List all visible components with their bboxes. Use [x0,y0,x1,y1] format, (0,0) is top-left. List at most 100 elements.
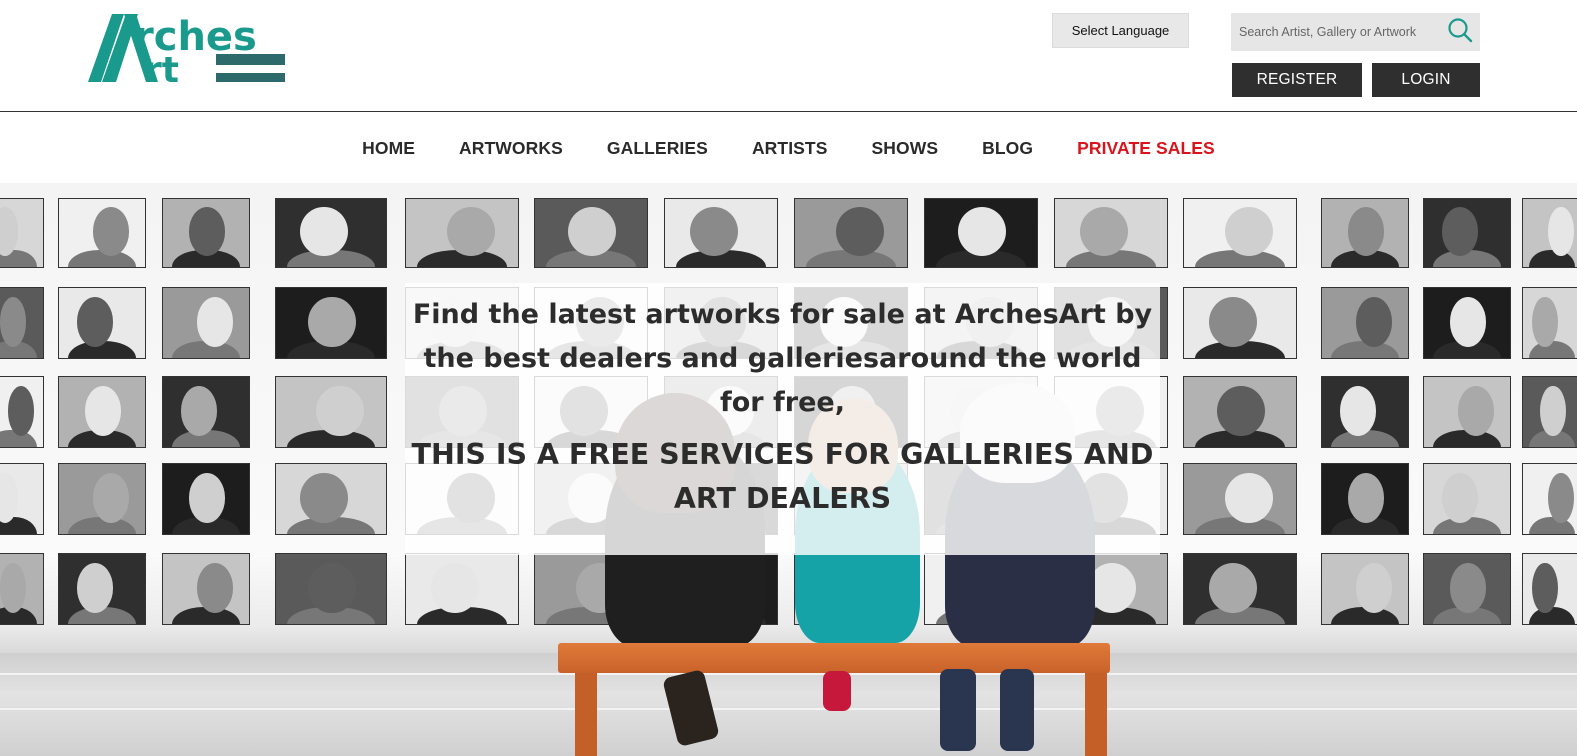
register-button[interactable]: REGISTER [1232,63,1362,97]
portrait-photo [1423,198,1511,268]
portrait-face [1225,207,1273,257]
portrait-face [1548,472,1574,524]
nav-private-sales[interactable]: PRIVATE SALES [1055,138,1237,159]
portrait-face [308,296,356,348]
portrait-face [0,562,27,614]
portrait-photo [58,463,146,535]
portrait-photo [1183,463,1297,535]
portrait-photo [405,198,519,268]
portrait-face [958,207,1006,257]
site-header: rches rt Select Language REGISTER LOGIN [0,0,1577,112]
portrait-photo [664,198,778,268]
portrait-face [1457,385,1495,437]
nav-artworks[interactable]: ARTWORKS [437,138,585,159]
portrait-photo [924,198,1038,268]
search-input[interactable] [1231,13,1440,51]
svg-text:rt: rt [144,50,179,84]
portrait-photo [1423,287,1511,359]
search-button[interactable] [1440,13,1480,51]
login-button[interactable]: LOGIN [1372,63,1480,97]
portrait-photo [1522,553,1577,625]
portrait-face [1532,296,1558,348]
portrait-photo [1183,376,1297,448]
portrait-photo [1522,198,1577,268]
search-icon [1447,17,1473,48]
portrait-photo [162,463,250,535]
portrait-photo [1054,198,1168,268]
portrait-photo [1321,287,1409,359]
language-select[interactable]: Select Language [1052,13,1189,48]
portrait-shoulders [1528,250,1576,267]
nav-shows[interactable]: SHOWS [850,138,961,159]
portrait-photo [58,287,146,359]
portrait-photo [162,198,250,268]
portrait-face [1339,385,1377,437]
portrait-photo [1423,553,1511,625]
language-select-label: Select Language [1071,23,1170,38]
portrait-face [92,207,130,257]
hero-subline: THIS IS A FREE SERVICES FOR GALLERIES AN… [411,438,1154,515]
portrait-photo [794,198,908,268]
portrait-face [836,207,884,257]
portrait-face [1225,472,1273,524]
portrait-photo [162,553,250,625]
portrait-photo [58,376,146,448]
portrait-face [1441,207,1479,257]
portrait-photo [1522,376,1577,448]
portrait-face [180,385,218,437]
portrait-face [0,472,19,524]
nav-galleries[interactable]: GALLERIES [585,138,730,159]
portrait-face [1441,472,1479,524]
nav-artists[interactable]: ARTISTS [730,138,850,159]
portrait-face [1088,562,1136,614]
portrait-face [1355,296,1393,348]
nav-home[interactable]: HOME [340,138,437,159]
hero-banner: Find the latest artworks for sale at Arc… [0,183,1577,756]
portrait-face [1449,562,1487,614]
portrait-face [92,472,130,524]
portrait-face [1355,562,1393,614]
portrait-face [7,385,35,437]
portrait-photo [58,198,146,268]
portrait-face [188,207,226,257]
portrait-face [1217,385,1265,437]
portrait-face [196,562,234,614]
archesart-logo[interactable]: rches rt [88,12,288,91]
portrait-photo [0,376,44,448]
portrait-photo [1321,376,1409,448]
portrait-photo [0,287,44,359]
portrait-face [300,207,348,257]
portrait-photo [1423,376,1511,448]
portrait-photo [0,198,44,268]
portrait-face [447,207,495,257]
portrait-photo [1423,463,1511,535]
portrait-photo [275,198,387,268]
portrait-photo [275,376,387,448]
portrait-photo [275,553,387,625]
portrait-photo [534,198,648,268]
portrait-photo [1522,463,1577,535]
portrait-face [1080,207,1128,257]
portrait-face [308,562,356,614]
portrait-photo [1183,287,1297,359]
portrait-photo [58,553,146,625]
portrait-face [1532,562,1558,614]
portrait-face [568,207,616,257]
portrait-photo [162,287,250,359]
portrait-photo [0,553,44,625]
portrait-photo [1321,198,1409,268]
portrait-photo [0,463,44,535]
portrait-face [0,296,27,348]
portrait-face [76,562,114,614]
portrait-face [1209,562,1257,614]
portrait-face [431,562,479,614]
portrait-face [300,472,348,524]
portrait-face [1540,385,1566,437]
portrait-face [1209,296,1257,348]
portrait-photo [162,376,250,448]
main-nav: HOME ARTWORKS GALLERIES ARTISTS SHOWS BL… [0,113,1577,183]
nav-blog[interactable]: BLOG [960,138,1055,159]
portrait-photo [1183,198,1297,268]
portrait-face [76,296,114,348]
portrait-photo [1321,553,1409,625]
